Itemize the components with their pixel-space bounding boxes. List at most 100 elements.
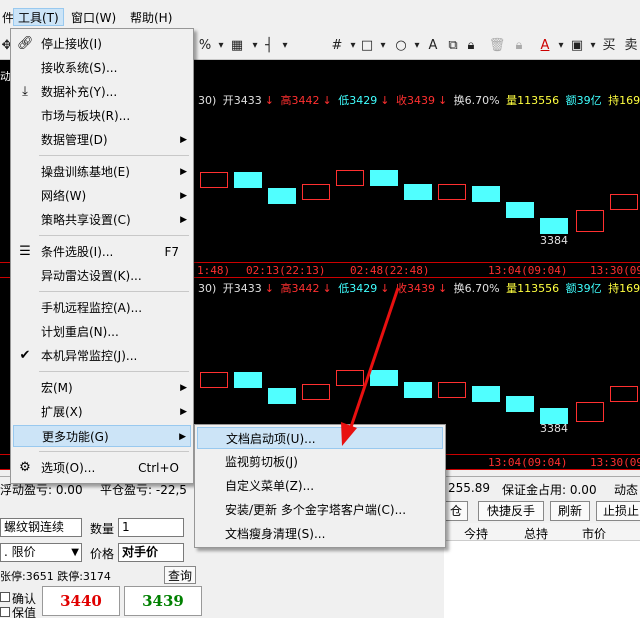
- down-arrow-icon: ↓: [380, 282, 390, 295]
- candle: [610, 194, 638, 210]
- menu-item-label: 条件选股(I)...: [41, 245, 114, 259]
- submenu-arrow-icon: ▶: [180, 383, 187, 393]
- lock-icon[interactable]: 🔒︎: [462, 37, 480, 55]
- menu-item-label: 更多功能(G): [42, 430, 109, 444]
- check-icon: ✔: [19, 348, 31, 363]
- candle: [234, 172, 262, 188]
- quote-amount: 额39亿: [565, 282, 602, 295]
- price-input[interactable]: 对手价: [118, 543, 184, 562]
- quick-reverse-button[interactable]: 快捷反手: [478, 501, 544, 521]
- candle: [576, 210, 604, 232]
- stop-loss-button[interactable]: 止损止: [596, 501, 640, 521]
- submenu-arrow-icon: ▶: [180, 135, 187, 145]
- quote-volume: 量113556: [506, 94, 560, 107]
- candle: [438, 184, 466, 200]
- low-price-label: 3384: [540, 234, 568, 247]
- candle: [370, 170, 398, 186]
- candle: [268, 188, 296, 204]
- quote-close: 收3439: [395, 94, 435, 107]
- menu-item-scheduled-restart[interactable]: 计划重启(N)...: [13, 321, 191, 343]
- menu-item-label: 安装/更新 多个金字塔客户端(C)...: [225, 503, 407, 517]
- menu-item-anomaly-monitor[interactable]: ✔ 本机异常监控(J)...: [13, 345, 191, 367]
- menu-item-network[interactable]: 网络(W) ▶: [13, 185, 191, 207]
- menu-item-label: 市场与板块(R)...: [41, 109, 131, 123]
- menu-item-receive-system[interactable]: 接收系统(S)...: [13, 57, 191, 79]
- menu-item-label: 自定义菜单(Z)...: [225, 479, 315, 493]
- menu-item-options[interactable]: ⚙ 选项(O)... Ctrl+O: [13, 457, 191, 479]
- buy-price-button[interactable]: 3439: [124, 586, 202, 616]
- dropdown-arrow-icon[interactable]: ▾: [374, 37, 392, 55]
- time-label: 13:30(09: [590, 456, 640, 469]
- menu-item-training-base[interactable]: 操盘训练基地(E) ▶: [13, 161, 191, 183]
- menu-item-data-supplement[interactable]: ⤓ 数据补充(Y)...: [13, 81, 191, 103]
- order-panel: 螺纹钢连续 数量 1 . 限价 ▼ 价格 对手价 张停:3651 跌停:3174…: [0, 498, 202, 618]
- buy-button[interactable]: 买: [600, 37, 618, 55]
- dropdown-arrow-icon[interactable]: ▾: [276, 37, 294, 55]
- confirm-checkbox[interactable]: [0, 592, 10, 602]
- candle: [268, 388, 296, 404]
- positions-table[interactable]: [444, 541, 640, 618]
- menu-separator: [39, 291, 189, 292]
- menu-item-mobile-monitor[interactable]: 手机远程监控(A)...: [13, 297, 191, 319]
- sell-price-button[interactable]: 3440: [42, 586, 120, 616]
- candle: [610, 386, 638, 402]
- gear-icon: ⚙: [19, 460, 31, 475]
- top-quote-row: 30) 开3433 ↓ 高3442 ↓ 低3429 ↓ 收3439 ↓ 换6.70% 量…: [198, 93, 640, 109]
- equity-value: 255.89: [448, 481, 490, 495]
- positions-table-header: 今持 总持 市价: [444, 523, 640, 541]
- menu-item-radar-settings[interactable]: 异动雷达设置(K)...: [13, 265, 191, 287]
- submenu-arrow-icon: ▶: [180, 215, 187, 225]
- menu-item-extensions[interactable]: 扩展(X) ▶: [13, 401, 191, 423]
- menu-item-install-clients[interactable]: 安装/更新 多个金字塔客户端(C)...: [197, 499, 443, 521]
- menu-item-document-cleanup[interactable]: 文档瘦身清理(S)...: [197, 523, 443, 545]
- sell-button[interactable]: 卖: [622, 37, 640, 55]
- submenu-arrow-icon: ▶: [180, 407, 187, 417]
- time-label: 02:13(22:13): [246, 264, 326, 277]
- candle: [404, 382, 432, 398]
- menu-item-more-functions[interactable]: 更多功能(G) ▶: [13, 425, 191, 447]
- menu-item-clipboard-monitor[interactable]: 监视剪切板(J): [197, 451, 443, 473]
- candle: [438, 382, 466, 398]
- bottom-quote-row: 30) 开3433 ↓ 高3442 ↓ 低3429 ↓ 收3439 ↓ 换6.70% 量…: [198, 281, 640, 297]
- position-button[interactable]: 仓: [444, 501, 468, 521]
- menu-item-macro[interactable]: 宏(M) ▶: [13, 377, 191, 399]
- contract-field[interactable]: 螺纹钢连续: [0, 518, 82, 537]
- ruler-icon[interactable]: ▦: [228, 37, 246, 55]
- menu-bar: 件(F) 工具(T) 窗口(W) 帮助(H): [0, 6, 640, 28]
- limit-info: 张停:3651 跌停:3174: [0, 570, 111, 583]
- hedge-checkbox[interactable]: [0, 607, 10, 617]
- refresh-button[interactable]: 刷新: [550, 501, 590, 521]
- lock-icon[interactable]: 🔒︎: [510, 37, 528, 55]
- menu-item-data-management[interactable]: 数据管理(D) ▶: [13, 129, 191, 151]
- trash-icon[interactable]: 🗑︎: [488, 37, 506, 55]
- menu-window[interactable]: 窗口(W): [67, 9, 120, 27]
- hedge-label: 保值: [12, 606, 37, 618]
- menu-item-strategy-share[interactable]: 策略共享设置(C) ▶: [13, 209, 191, 231]
- candle: [472, 186, 500, 202]
- down-arrow-icon: ↓: [380, 94, 390, 107]
- qty-label: 数量: [90, 522, 115, 536]
- menu-tools[interactable]: 工具(T): [13, 8, 64, 26]
- qty-input[interactable]: 1: [118, 518, 184, 537]
- menu-item-stock-filter[interactable]: ☰ 条件选股(I)... F7: [13, 241, 191, 263]
- menu-item-market-sector[interactable]: 市场与板块(R)...: [13, 105, 191, 127]
- menu-item-stop-receive[interactable]: 🔗︎ 停止接收(I): [13, 33, 191, 55]
- candle: [336, 170, 364, 186]
- menu-item-label: 异动雷达设置(K)...: [41, 269, 142, 283]
- candle: [336, 370, 364, 386]
- down-arrow-icon: ↓: [264, 94, 275, 107]
- menu-item-document-startup[interactable]: 文档启动项(U)...: [197, 427, 443, 449]
- quote-low: 低3429: [338, 94, 378, 107]
- menu-item-custom-menu[interactable]: 自定义菜单(Z)...: [197, 475, 443, 497]
- order-type-select[interactable]: . 限价 ▼: [0, 543, 82, 562]
- menu-help[interactable]: 帮助(H): [126, 9, 176, 27]
- copy-icon[interactable]: ⧉: [444, 37, 462, 55]
- query-button[interactable]: 查询: [164, 566, 196, 584]
- letter-a-icon[interactable]: A: [424, 37, 442, 55]
- menu-separator: [39, 371, 189, 372]
- down-arrow-icon: ↓: [437, 282, 448, 295]
- menu-item-label: 数据补充(Y)...: [41, 85, 118, 99]
- down-arrow-icon: ↓: [322, 94, 332, 107]
- menu-shortcut: F7: [164, 245, 179, 259]
- quote-open: 开3433: [222, 94, 262, 107]
